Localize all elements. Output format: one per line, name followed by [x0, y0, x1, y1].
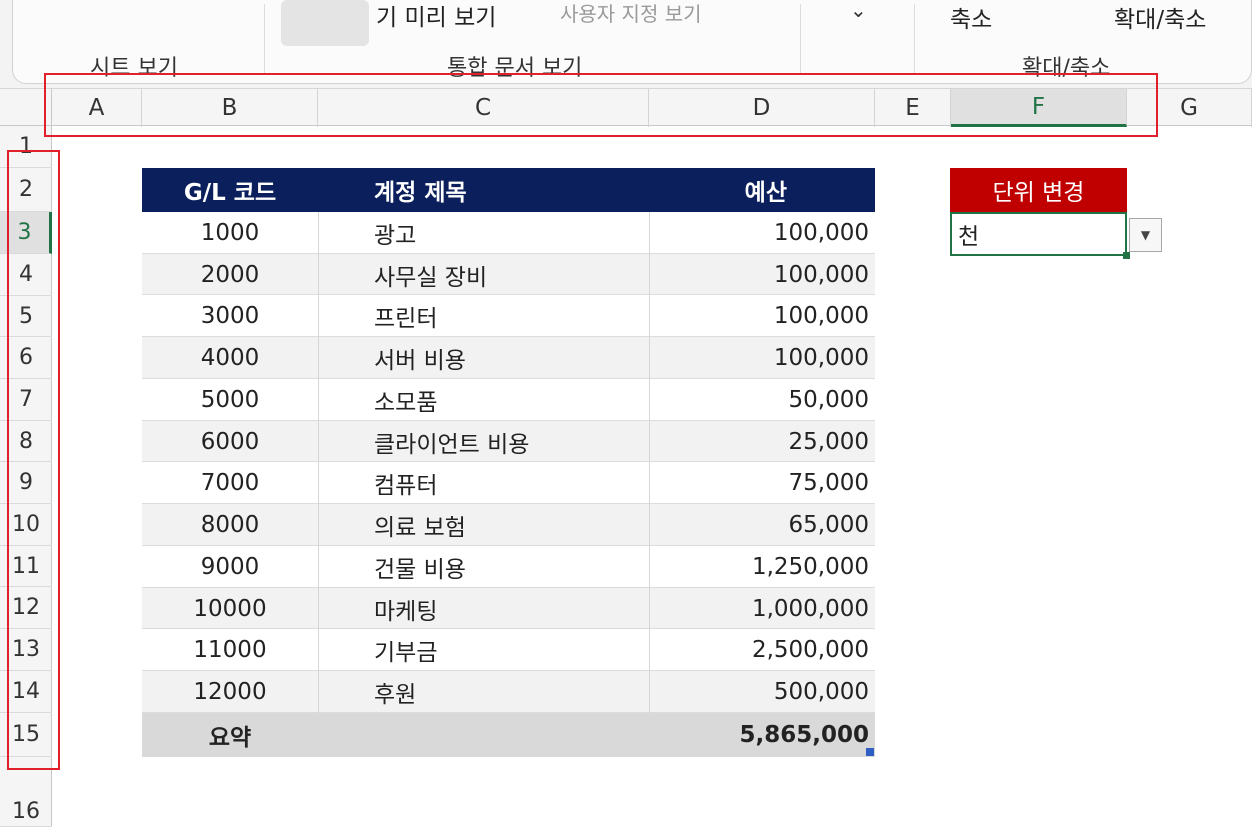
gl-code-cell[interactable]: 3000: [142, 296, 318, 338]
row-header-highlight-box: [7, 150, 60, 770]
preview-thumbnail[interactable]: [281, 0, 369, 46]
gl-code-cell[interactable]: 9000: [142, 546, 318, 588]
account-title-cell[interactable]: 서버 비용: [318, 337, 649, 379]
account-title-cell[interactable]: 소모품: [318, 379, 649, 421]
account-title-cell[interactable]: 클라이언트 비용: [318, 421, 649, 463]
budget-cell[interactable]: 100,000: [649, 296, 875, 338]
ribbon-separator: [264, 4, 265, 74]
account-title-cell[interactable]: 후원: [318, 671, 649, 713]
account-title-cell[interactable]: 마케팅: [318, 588, 649, 630]
budget-cell[interactable]: 100,000: [649, 212, 875, 254]
column-header-highlight-box: [44, 73, 1158, 137]
dropdown-arrow-button[interactable]: ▼: [1129, 218, 1162, 252]
account-title-cell[interactable]: 기부금: [318, 630, 649, 672]
chevron-down-icon[interactable]: ⌄: [850, 0, 867, 22]
budget-cell[interactable]: 100,000: [649, 254, 875, 296]
account-title-cell[interactable]: 광고: [318, 212, 649, 254]
account-title-cell[interactable]: 컴퓨터: [318, 463, 649, 505]
gl-code-cell[interactable]: 11000: [142, 630, 318, 672]
account-title-cell[interactable]: 의료 보험: [318, 504, 649, 546]
cell-fill-handle[interactable]: [1123, 252, 1130, 259]
gl-code-cell[interactable]: 7000: [142, 463, 318, 505]
chevron-down-icon: ▼: [1140, 228, 1151, 242]
zoom-button[interactable]: 축소: [950, 0, 992, 34]
budget-cell[interactable]: 100,000: [649, 337, 875, 379]
table-gridline: [318, 212, 319, 713]
budget-cell[interactable]: 1,000,000: [649, 588, 875, 630]
ribbon-separator: [800, 4, 801, 74]
account-title-cell[interactable]: 프린터: [318, 296, 649, 338]
budget-cell[interactable]: 75,000: [649, 463, 875, 505]
unit-change-header: 단위 변경: [950, 168, 1127, 212]
account-title-cell[interactable]: 사무실 장비: [318, 254, 649, 296]
zoom-to-selection-button[interactable]: 확대/축소: [1114, 0, 1206, 34]
budget-cell[interactable]: 1,250,000: [649, 546, 875, 588]
gl-code-cell[interactable]: 4000: [142, 337, 318, 379]
custom-views-button[interactable]: 사용자 지정 보기: [560, 0, 702, 27]
gl-code-cell[interactable]: 10000: [142, 588, 318, 630]
table-gridline: [649, 212, 650, 713]
gl-code-cell[interactable]: 5000: [142, 379, 318, 421]
unit-select-cell[interactable]: 천: [950, 212, 1127, 256]
gl-code-cell[interactable]: 1000: [142, 212, 318, 254]
budget-cell[interactable]: 500,000: [649, 671, 875, 713]
budget-cell[interactable]: 65,000: [649, 504, 875, 546]
gl-code-cell[interactable]: 6000: [142, 421, 318, 463]
gl-code-cell[interactable]: 8000: [142, 504, 318, 546]
page-break-preview-button[interactable]: 기 미리 보기: [376, 0, 496, 32]
header-budget[interactable]: 예산: [649, 168, 875, 212]
budget-cell[interactable]: 25,000: [649, 421, 875, 463]
budget-cell[interactable]: 50,000: [649, 379, 875, 421]
ribbon-separator: [914, 4, 915, 74]
total-value[interactable]: 5,865,000: [649, 713, 875, 757]
account-title-cell[interactable]: 건물 비용: [318, 546, 649, 588]
fill-handle[interactable]: [866, 748, 874, 756]
header-account-title[interactable]: 계정 제목: [318, 168, 649, 212]
gl-code-cell[interactable]: 2000: [142, 254, 318, 296]
total-label[interactable]: 요약: [142, 713, 318, 757]
header-gl-code[interactable]: G/L 코드: [142, 168, 318, 212]
budget-cell[interactable]: 2,500,000: [649, 630, 875, 672]
gl-code-cell[interactable]: 12000: [142, 671, 318, 713]
